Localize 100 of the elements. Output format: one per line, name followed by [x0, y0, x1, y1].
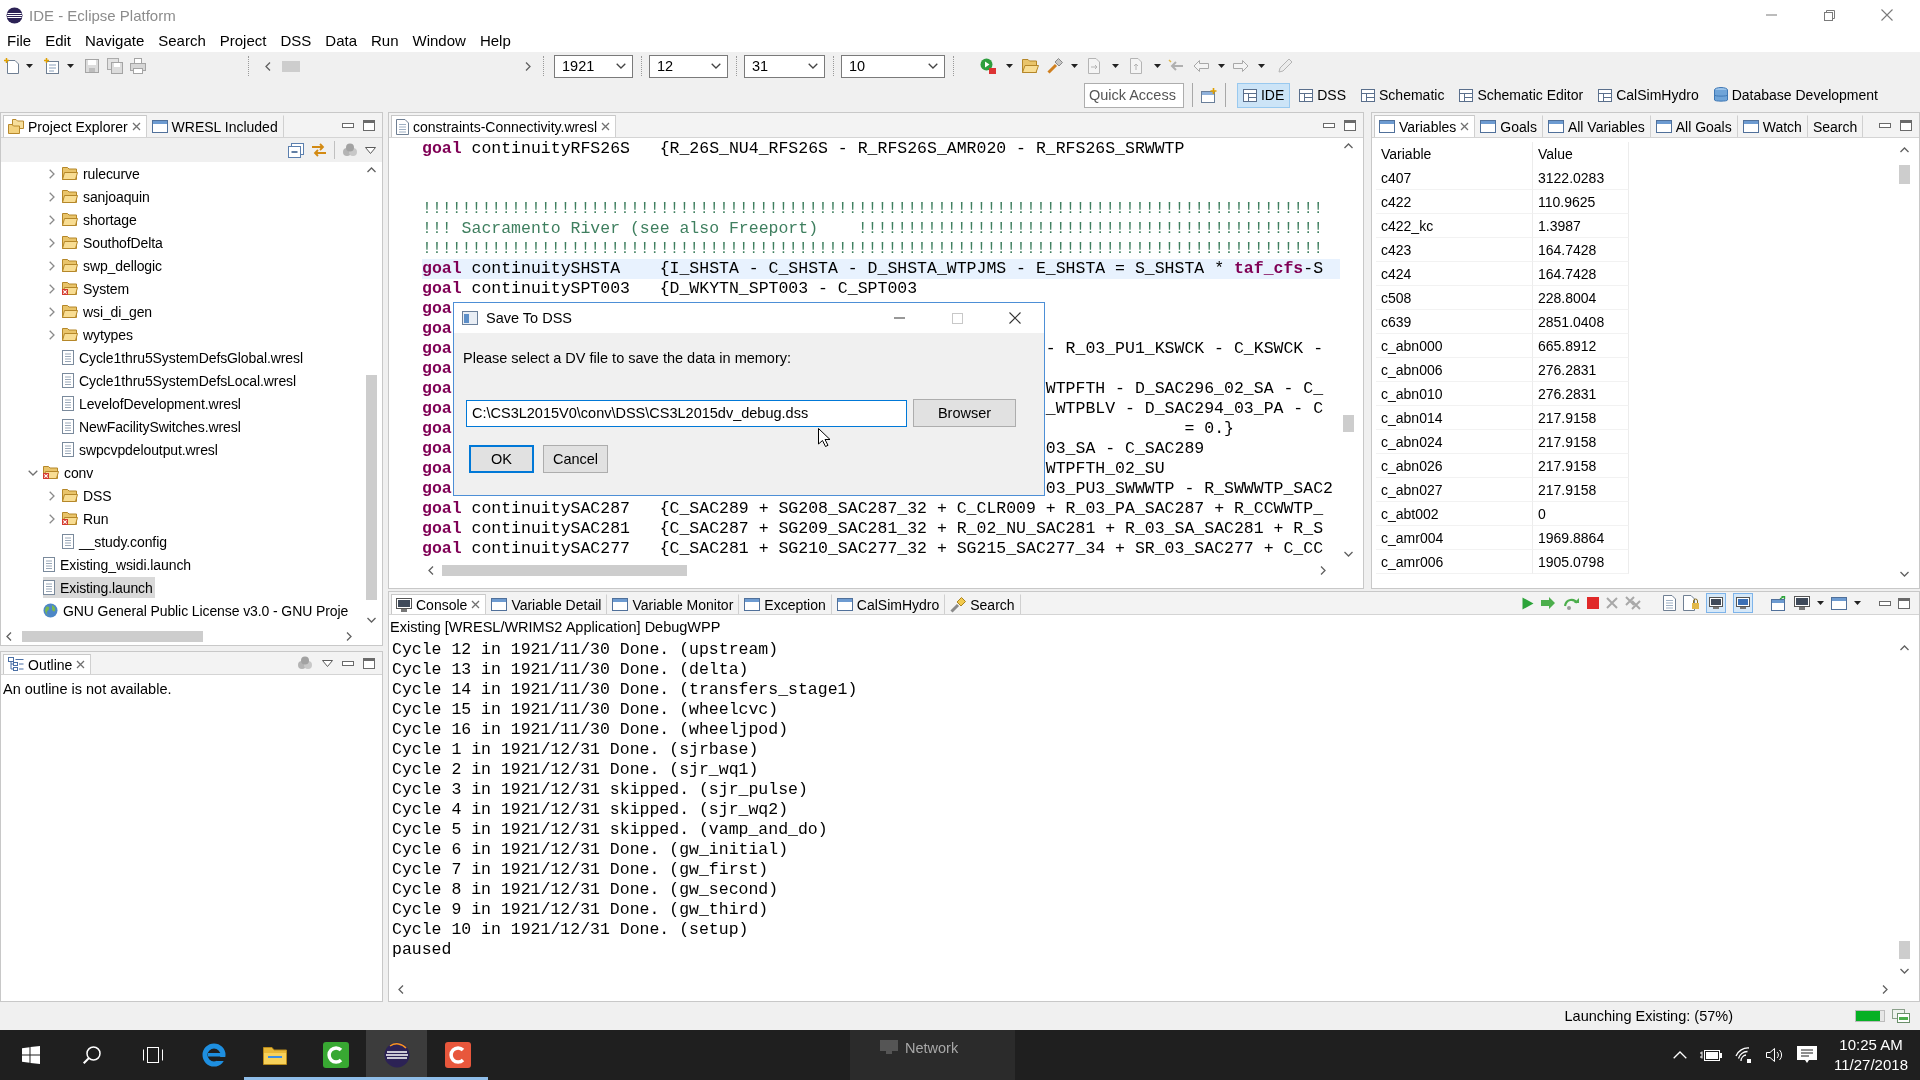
step-icon[interactable]: [1564, 596, 1580, 610]
minimize-icon[interactable]: [1879, 600, 1891, 606]
wifi-icon[interactable]: [1735, 1047, 1754, 1063]
quick-access-field[interactable]: Quick Access: [1083, 82, 1184, 108]
maximize-icon[interactable]: [1344, 119, 1356, 131]
tab[interactable]: Search: [1807, 115, 1864, 137]
menu-item[interactable]: Data: [318, 30, 364, 52]
tab[interactable]: All Goals: [1650, 115, 1738, 137]
tree-item[interactable]: rulecurve: [62, 163, 142, 184]
tab[interactable]: Search: [945, 594, 1021, 614]
tree-item[interactable]: conv: [43, 462, 96, 483]
dialog-button[interactable]: OK: [469, 445, 534, 473]
menu-item[interactable]: File: [0, 30, 39, 52]
task-view-icon[interactable]: [142, 1047, 163, 1063]
perspective-button[interactable]: Database Development: [1707, 82, 1884, 108]
save-icon[interactable]: [84, 58, 100, 74]
tree-item[interactable]: NewFacilitySwitches.wresl: [62, 416, 243, 437]
stacked-windows-icon[interactable]: [1892, 1009, 1910, 1023]
tree-item[interactable]: swp_dellogic: [62, 255, 164, 276]
document-icon[interactable]: [1663, 595, 1676, 611]
tree-item[interactable]: __study.config: [62, 531, 169, 552]
tree-item[interactable]: swpcvpdeloutput.wresl: [62, 439, 220, 460]
chevron-right-icon[interactable]: [49, 237, 55, 248]
window-plus-icon[interactable]: [1200, 87, 1217, 103]
search-icon[interactable]: [82, 1046, 101, 1064]
view-menu-icon[interactable]: [322, 659, 333, 667]
chevron-up-icon[interactable]: [1673, 1051, 1688, 1059]
caret-icon[interactable]: [1218, 64, 1225, 68]
tree-item[interactable]: wytypes: [62, 324, 135, 345]
monitor-toggle-icon[interactable]: [1706, 593, 1726, 613]
tab[interactable]: WRESL Included: [146, 115, 284, 137]
menu-item[interactable]: Search: [151, 30, 213, 52]
menu-item[interactable]: Run: [364, 30, 406, 52]
tree-item[interactable]: Existing_wsidi.launch: [43, 554, 193, 575]
chevron-right-icon[interactable]: [49, 214, 55, 225]
tab[interactable]: constraints-Connectivity.wresl: [391, 115, 617, 137]
chevron-right-icon[interactable]: [49, 168, 55, 179]
tree-item[interactable]: wsi_di_gen: [62, 301, 155, 322]
restore-icon[interactable]: [1823, 9, 1835, 21]
menu-item[interactable]: Help: [472, 30, 518, 52]
maximize-icon[interactable]: [1898, 597, 1910, 609]
chevron-down-icon[interactable]: [711, 63, 721, 69]
play-icon[interactable]: [1522, 596, 1534, 610]
clock-time[interactable]: 10:25 AM: [1839, 1035, 1903, 1055]
new-file-icon[interactable]: [4, 58, 20, 74]
tab[interactable]: Watch: [1737, 115, 1808, 137]
chevron-right-icon[interactable]: [49, 191, 55, 202]
chevron-down-icon[interactable]: [928, 63, 938, 69]
column-header[interactable]: Variable: [1376, 142, 1533, 166]
caret-icon[interactable]: [26, 64, 33, 68]
menu-item[interactable]: DSS: [273, 30, 319, 52]
caret-icon[interactable]: [1854, 601, 1861, 605]
menu-item[interactable]: Window: [405, 30, 473, 52]
dropdown[interactable]: 1921: [554, 54, 633, 78]
message-icon[interactable]: [1797, 1046, 1818, 1064]
tree-item[interactable]: Cycle1thru5SystemDefsLocal.wresl: [62, 370, 298, 391]
maximize-icon[interactable]: [363, 657, 375, 669]
chevron-right-icon[interactable]: [49, 283, 55, 294]
taskbar-button[interactable]: [366, 1030, 427, 1080]
document-lock-icon[interactable]: [1683, 595, 1699, 611]
new-item-icon[interactable]: [44, 58, 60, 74]
column-header[interactable]: Value: [1533, 142, 1629, 166]
collapse-all-icon[interactable]: [288, 142, 304, 158]
tab[interactable]: Project Explorer: [3, 115, 147, 137]
perspective-button[interactable]: IDE: [1236, 82, 1291, 108]
chevron-right-icon[interactable]: [49, 490, 55, 501]
tree-item[interactable]: System: [62, 278, 132, 299]
tab[interactable]: Outline: [3, 654, 92, 674]
browser-button[interactable]: Browser: [913, 399, 1016, 427]
menu-item[interactable]: Project: [212, 30, 274, 52]
perspective-button[interactable]: Schematic: [1355, 82, 1451, 108]
open-folder-icon[interactable]: [1022, 59, 1039, 73]
tree-item[interactable]: Cycle1thru5SystemDefsGlobal.wresl: [62, 347, 305, 368]
maximize-icon[interactable]: [363, 119, 375, 131]
tab[interactable]: Variables: [1374, 115, 1476, 137]
caret-icon[interactable]: [1112, 64, 1119, 68]
dialog-button[interactable]: Cancel: [543, 445, 608, 473]
perspective-button[interactable]: DSS: [1293, 82, 1353, 108]
minimize-icon[interactable]: [342, 122, 354, 128]
tree-item[interactable]: SouthofDelta: [62, 232, 165, 253]
chevron-down-icon[interactable]: [28, 469, 38, 476]
menu-item[interactable]: Navigate: [78, 30, 152, 52]
tree-item[interactable]: LevelofDevelopment.wresl: [62, 393, 243, 414]
chevron-down-icon[interactable]: [808, 63, 818, 69]
brush-icon[interactable]: [1047, 58, 1063, 74]
dropdown[interactable]: 12: [649, 54, 728, 78]
minimize-icon[interactable]: [893, 317, 905, 319]
caret-icon[interactable]: [1154, 64, 1161, 68]
minimize-icon[interactable]: [1879, 122, 1891, 128]
double-arrow-icon[interactable]: [1541, 597, 1557, 609]
tab[interactable]: Console: [391, 594, 487, 614]
tree-item[interactable]: shortage: [62, 209, 139, 230]
print-icon[interactable]: [130, 58, 146, 74]
tree-item[interactable]: sanjoaquin: [62, 186, 152, 207]
maximize-icon[interactable]: [1900, 119, 1912, 131]
tab[interactable]: Goals: [1475, 115, 1543, 137]
save-all-icon[interactable]: [107, 58, 123, 74]
chevron-right-icon[interactable]: [49, 260, 55, 271]
start-icon[interactable]: [21, 1046, 40, 1064]
minimize-icon[interactable]: [342, 660, 354, 666]
